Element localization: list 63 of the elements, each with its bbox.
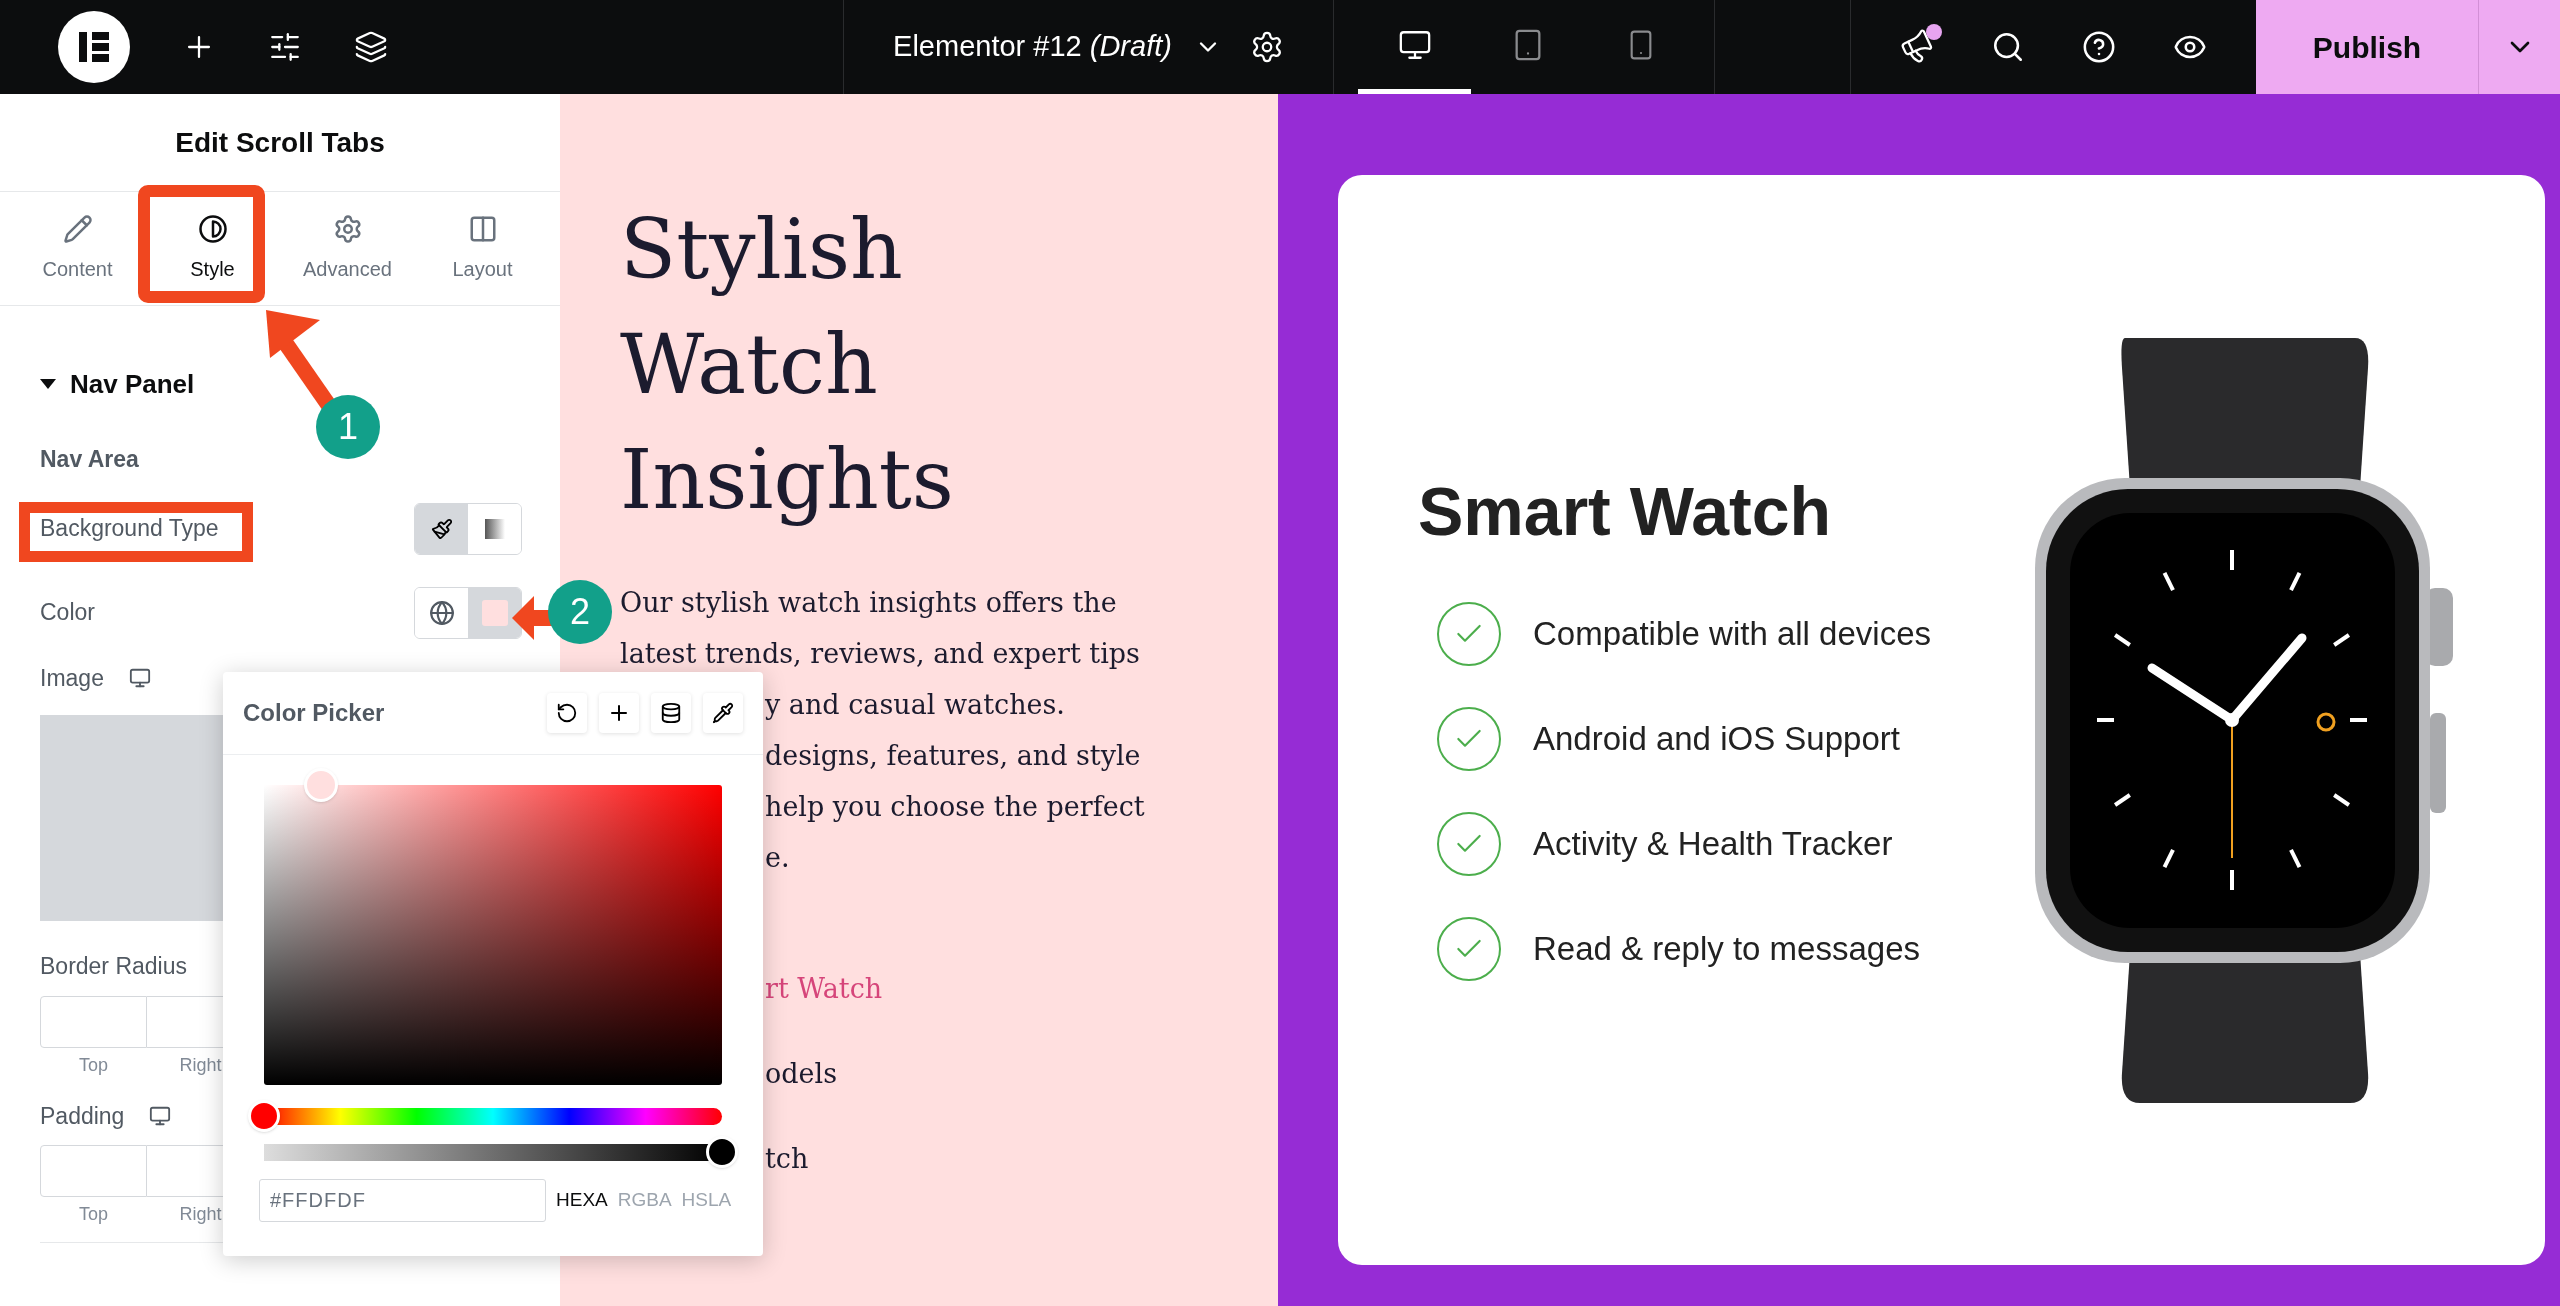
publish-button[interactable]: Publish bbox=[2256, 0, 2478, 94]
gradient-icon bbox=[484, 518, 505, 539]
paragraph-line: designs, features, and style bbox=[765, 739, 1141, 773]
dimension-label: Right bbox=[178, 1203, 223, 1226]
desktop-icon bbox=[128, 666, 151, 689]
paragraph-line: help you choose the perfect bbox=[765, 790, 1145, 824]
help-icon[interactable] bbox=[2082, 30, 2117, 64]
globe-icon bbox=[428, 599, 455, 626]
layers-icon[interactable] bbox=[354, 30, 388, 64]
saturation-handle[interactable] bbox=[304, 768, 338, 802]
panel-tab[interactable]: Content bbox=[10, 192, 145, 305]
feature-text: Compatible with all devices bbox=[1533, 613, 1931, 654]
paragraph-line: e. bbox=[765, 841, 790, 875]
document-title: Elementor #12 (Draft) bbox=[893, 29, 1172, 65]
panel-tab[interactable]: Advanced bbox=[280, 192, 415, 305]
field-label: Color bbox=[40, 598, 95, 628]
color-swatch bbox=[481, 599, 508, 626]
subsection-title: Nav Area bbox=[40, 445, 140, 474]
tab-link[interactable]: odels bbox=[765, 1048, 837, 1099]
document-title-button[interactable]: Elementor #12 (Draft) bbox=[893, 25, 1222, 69]
field-label: Image bbox=[40, 663, 104, 693]
tab-link[interactable]: tch bbox=[765, 1133, 809, 1184]
brush-icon bbox=[430, 517, 453, 540]
paragraph-line: Our stylish watch insights offers the bbox=[620, 586, 1117, 620]
picker-title: Color Picker bbox=[243, 698, 385, 728]
feature-text: Read & reply to messages bbox=[1533, 928, 1921, 969]
hero-heading-line: Watch bbox=[620, 316, 878, 414]
card-title: Smart Watch bbox=[1418, 471, 1832, 551]
color-swatch-button[interactable] bbox=[468, 587, 521, 638]
field-label: Background Type bbox=[40, 514, 219, 544]
sliders-icon[interactable] bbox=[268, 30, 302, 64]
eyedropper-icon bbox=[712, 702, 734, 724]
pencil-icon bbox=[62, 213, 93, 244]
format-option[interactable]: HEXA bbox=[556, 1186, 608, 1215]
hex-input[interactable]: #FFDFDF bbox=[259, 1179, 546, 1222]
half-circle-icon bbox=[197, 213, 228, 244]
paragraph-line: y and casual watches. bbox=[765, 688, 1065, 722]
annotation-arrow bbox=[512, 594, 552, 642]
feature-text: Activity & Health Tracker bbox=[1533, 823, 1893, 864]
dimension-label: Right bbox=[178, 1053, 223, 1077]
feature-text: Android and iOS Support bbox=[1533, 718, 1900, 759]
alpha-thumb[interactable] bbox=[706, 1136, 738, 1168]
dimension-label: Top bbox=[78, 1203, 109, 1226]
paragraph-line: latest trends, reviews, and expert tips bbox=[620, 637, 1140, 671]
saturation-area[interactable] bbox=[264, 768, 722, 1085]
hero-heading-line: Insights bbox=[620, 431, 954, 529]
desktop-icon bbox=[149, 1104, 172, 1127]
reset-icon bbox=[556, 702, 578, 724]
caret-icon bbox=[40, 379, 56, 389]
panel-title: Edit Scroll Tabs bbox=[175, 125, 385, 160]
document-status: (Draft) bbox=[1089, 30, 1172, 63]
dimension-input[interactable] bbox=[40, 1145, 147, 1197]
field-label: Padding bbox=[40, 1101, 125, 1131]
panel-tab[interactable]: Style bbox=[145, 192, 280, 305]
hero-heading-line: Stylish bbox=[620, 201, 903, 299]
database-icon bbox=[660, 702, 682, 724]
hue-thumb[interactable] bbox=[248, 1100, 280, 1132]
dimension-input[interactable] bbox=[40, 995, 147, 1048]
dimension-label: Top bbox=[78, 1053, 109, 1077]
section-toggle[interactable]: Nav Panel bbox=[40, 364, 195, 404]
panel-tab[interactable]: Layout bbox=[415, 192, 550, 305]
field-label: Border Radius bbox=[40, 952, 188, 981]
settings-icon bbox=[332, 213, 363, 244]
